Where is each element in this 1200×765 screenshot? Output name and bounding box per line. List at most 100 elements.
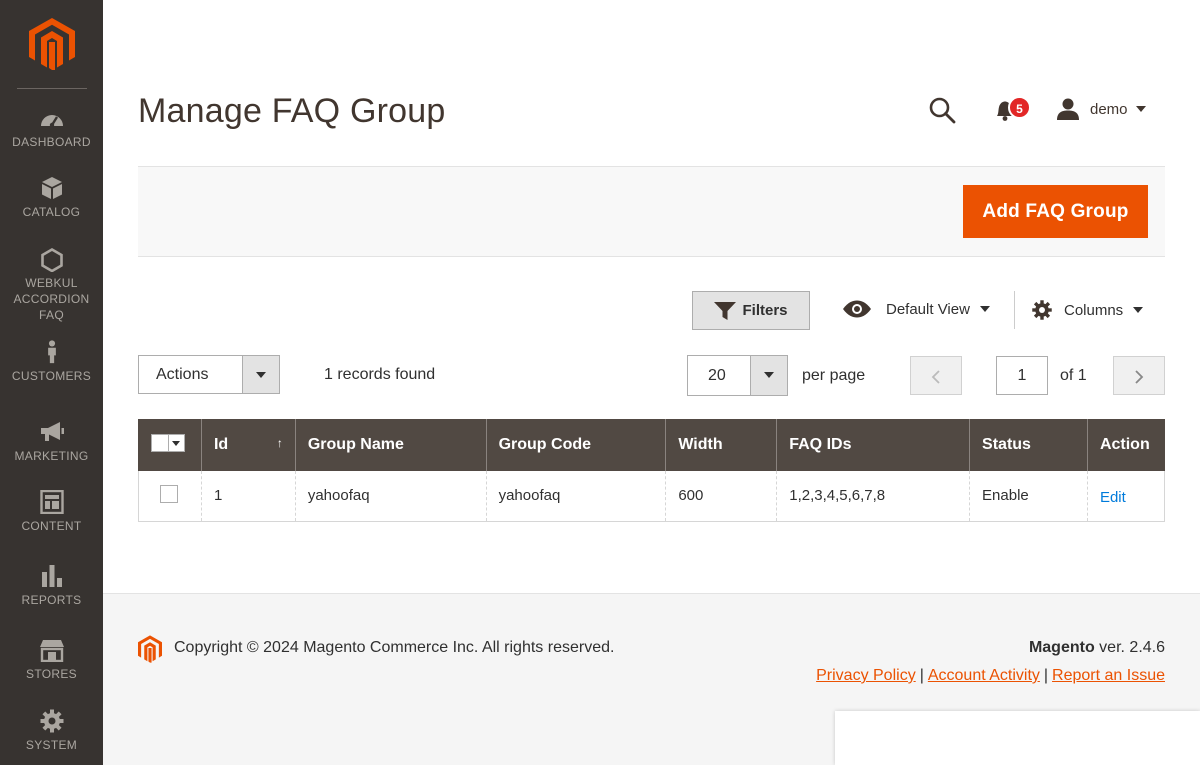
mass-actions-dropdown[interactable]: Actions [138,355,280,394]
row-select-cell [138,471,202,522]
nav-customers[interactable]: CUSTOMERS [0,340,103,384]
filter-icon [714,301,737,320]
mass-select-dropdown[interactable] [169,433,185,452]
cell-id: 1 [200,471,296,522]
controls-divider [1014,291,1015,329]
dashboard-icon [40,115,63,128]
cell-group-name: yahoofaq [294,471,487,522]
edit-link[interactable]: Edit [1100,489,1126,506]
mass-select-header[interactable] [138,419,202,471]
table-row: 1 yahoofaq yahoofaq 600 1,2,3,4,5,6,7,8 … [138,471,1166,522]
per-page-value: 20 [708,367,726,384]
columns-label: Columns [1064,301,1124,319]
nav-customers-label: CUSTOMERS [11,369,92,383]
overlay-panel [835,711,1200,765]
mass-actions-toggle[interactable] [242,356,279,393]
chevron-down-icon [1135,106,1146,112]
chevron-down-icon [764,372,774,378]
filters-button[interactable]: Filters [692,291,810,330]
nav-content-label: CONTENT [21,519,82,533]
brand-name: Magento [1028,639,1095,656]
per-page-toggle[interactable] [750,356,787,395]
version-text: ver. 2.4.6 [1094,639,1165,656]
nav-dashboard[interactable]: DASHBOARD [0,106,103,150]
magento-logo-icon [138,635,162,663]
nav-reports[interactable]: REPORTS [0,564,103,608]
account-activity-link[interactable]: Account Activity [928,667,1040,684]
filters-label: Filters [742,302,788,319]
nav-catalog[interactable]: CATALOG [0,176,103,220]
cell-faq-ids: 1,2,3,4,5,6,7,8 [776,471,970,522]
eye-icon [843,300,871,318]
nav-dashboard-label: DASHBOARD [12,135,91,149]
version-info: Magento ver. 2.4.6 [1029,639,1165,657]
column-header-action: Action [1086,419,1165,471]
view-label: Default View [886,300,970,318]
chevron-down-icon [1133,307,1144,313]
per-page-select[interactable]: 20 [687,355,788,396]
nav-faq-label-line1: WEBKUL [25,276,78,290]
cell-action: Edit [1086,471,1166,522]
notification-count-badge[interactable]: 5 [1008,96,1031,119]
nav-system-label: SYSTEM [25,738,78,752]
user-icon [1057,98,1079,120]
logo-divider [17,88,87,89]
nav-marketing[interactable]: MARKETING [0,420,103,464]
cell-group-code: yahoofaq [485,471,666,522]
page-number-input[interactable] [996,356,1048,395]
chevron-down-icon [256,372,266,378]
admin-sidebar: DASHBOARD CATALOG WEBKUL ACCORDION FAQ C… [0,0,103,765]
select-all-checkbox[interactable] [151,433,169,452]
stores-icon [39,640,64,662]
next-page-button[interactable] [1113,356,1165,395]
page-total: of 1 [1060,367,1087,384]
cell-status: Enable [969,471,1088,522]
column-header-width[interactable]: Width [665,419,777,471]
gear-icon [1032,300,1052,320]
page-actions-bar: Add FAQ Group [138,166,1165,257]
report-issue-link[interactable]: Report an Issue [1052,667,1165,684]
column-header-status[interactable]: Status [969,419,1088,471]
chevron-down-icon [979,306,990,312]
previous-page-button[interactable] [910,356,962,395]
nav-catalog-label: CATALOG [22,205,81,219]
chevron-left-icon [931,370,940,384]
page-title: Manage FAQ Group [138,92,446,130]
gear-icon [40,709,63,733]
view-switcher[interactable]: Default View [842,300,990,318]
column-header-id-label: Id [213,436,229,453]
column-header-group-code[interactable]: Group Code [485,419,666,471]
reports-icon [41,565,62,587]
customers-icon [47,340,56,364]
column-header-faq-ids[interactable]: FAQ IDs [776,419,970,471]
column-header-group-name[interactable]: Group Name [294,419,487,471]
content-icon [39,490,64,514]
nav-stores[interactable]: STORES [0,638,103,682]
magento-logo-icon[interactable] [29,18,75,70]
row-checkbox[interactable] [160,484,178,503]
link-separator: | [919,667,924,684]
nav-faq-label-line3: FAQ [39,308,64,322]
chevron-right-icon [1135,370,1144,384]
nav-reports-label: REPORTS [21,593,82,607]
columns-switcher[interactable]: Columns [1031,299,1144,321]
faq-group-grid: Id ↑ Group Name Group Code Width FAQ IDs… [138,419,1166,522]
mass-select-checkbox[interactable] [151,433,185,452]
nav-webkul-accordion-faq[interactable]: WEBKUL ACCORDION FAQ [0,248,103,323]
link-separator: | [1043,667,1049,684]
table-header-row: Id ↑ Group Name Group Code Width FAQ IDs… [138,419,1165,471]
megaphone-icon [40,422,64,441]
search-icon[interactable] [928,96,956,124]
nav-system[interactable]: SYSTEM [0,709,103,753]
user-menu[interactable]: demo [1056,96,1146,122]
nav-faq-label-line2: ACCORDION [13,292,90,306]
add-faq-group-button[interactable]: Add FAQ Group [963,185,1148,238]
privacy-policy-link[interactable]: Privacy Policy [816,667,916,684]
column-header-id[interactable]: Id ↑ [200,419,296,471]
cell-width: 600 [665,471,777,522]
nav-marketing-label: MARKETING [14,449,89,463]
sort-ascending-icon: ↑ [276,436,283,450]
nav-content[interactable]: CONTENT [0,490,103,534]
copyright-text: Copyright © 2024 Magento Commerce Inc. A… [174,639,615,656]
records-found: 1 records found [324,366,436,383]
